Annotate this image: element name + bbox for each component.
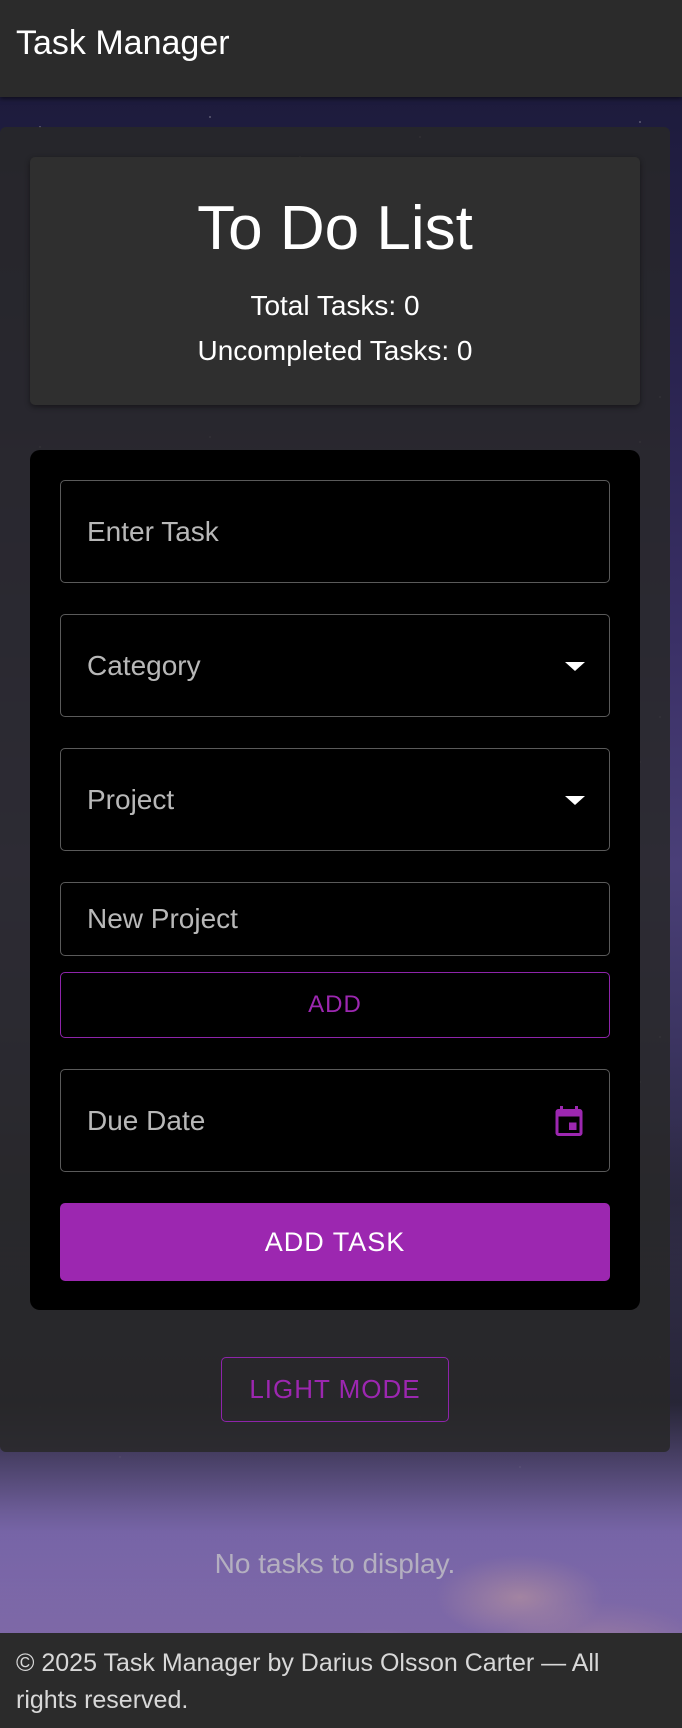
uncompleted-tasks-count: Uncompleted Tasks: 0 bbox=[197, 335, 473, 366]
page-title: To Do List bbox=[197, 194, 473, 263]
caret-down-icon bbox=[565, 795, 585, 805]
add-project-button[interactable]: ADD bbox=[60, 972, 610, 1038]
add-task-button[interactable]: ADD TASK bbox=[60, 1203, 610, 1281]
project-select-placeholder: Project bbox=[87, 783, 175, 815]
caret-down-icon bbox=[565, 661, 585, 671]
footer: © 2025 Task Manager by Darius Olsson Car… bbox=[0, 1633, 682, 1728]
copyright-text: © 2025 Task Manager by Darius Olsson Car… bbox=[16, 1649, 600, 1714]
calendar-icon[interactable] bbox=[551, 1102, 587, 1140]
summary-card: To Do List Total Tasks: 0 Uncompleted Ta… bbox=[30, 157, 640, 405]
due-date-input[interactable]: Due Date bbox=[60, 1069, 610, 1172]
light-mode-toggle[interactable]: LIGHT MODE bbox=[221, 1357, 449, 1422]
new-project-placeholder: New Project bbox=[87, 903, 238, 934]
app-title: Task Manager bbox=[16, 24, 230, 62]
due-date-placeholder: Due Date bbox=[87, 1104, 206, 1136]
app-bar: Task Manager bbox=[0, 0, 682, 97]
category-select[interactable]: Category bbox=[60, 614, 610, 717]
new-project-input[interactable]: New Project bbox=[60, 882, 610, 956]
project-select[interactable]: Project bbox=[60, 748, 610, 851]
total-tasks-count: Total Tasks: 0 bbox=[250, 290, 420, 321]
task-input-placeholder: Enter Task bbox=[87, 515, 219, 547]
category-select-placeholder: Category bbox=[87, 649, 201, 681]
empty-task-list-message: No tasks to display. bbox=[214, 1548, 456, 1579]
task-input[interactable]: Enter Task bbox=[60, 480, 610, 583]
